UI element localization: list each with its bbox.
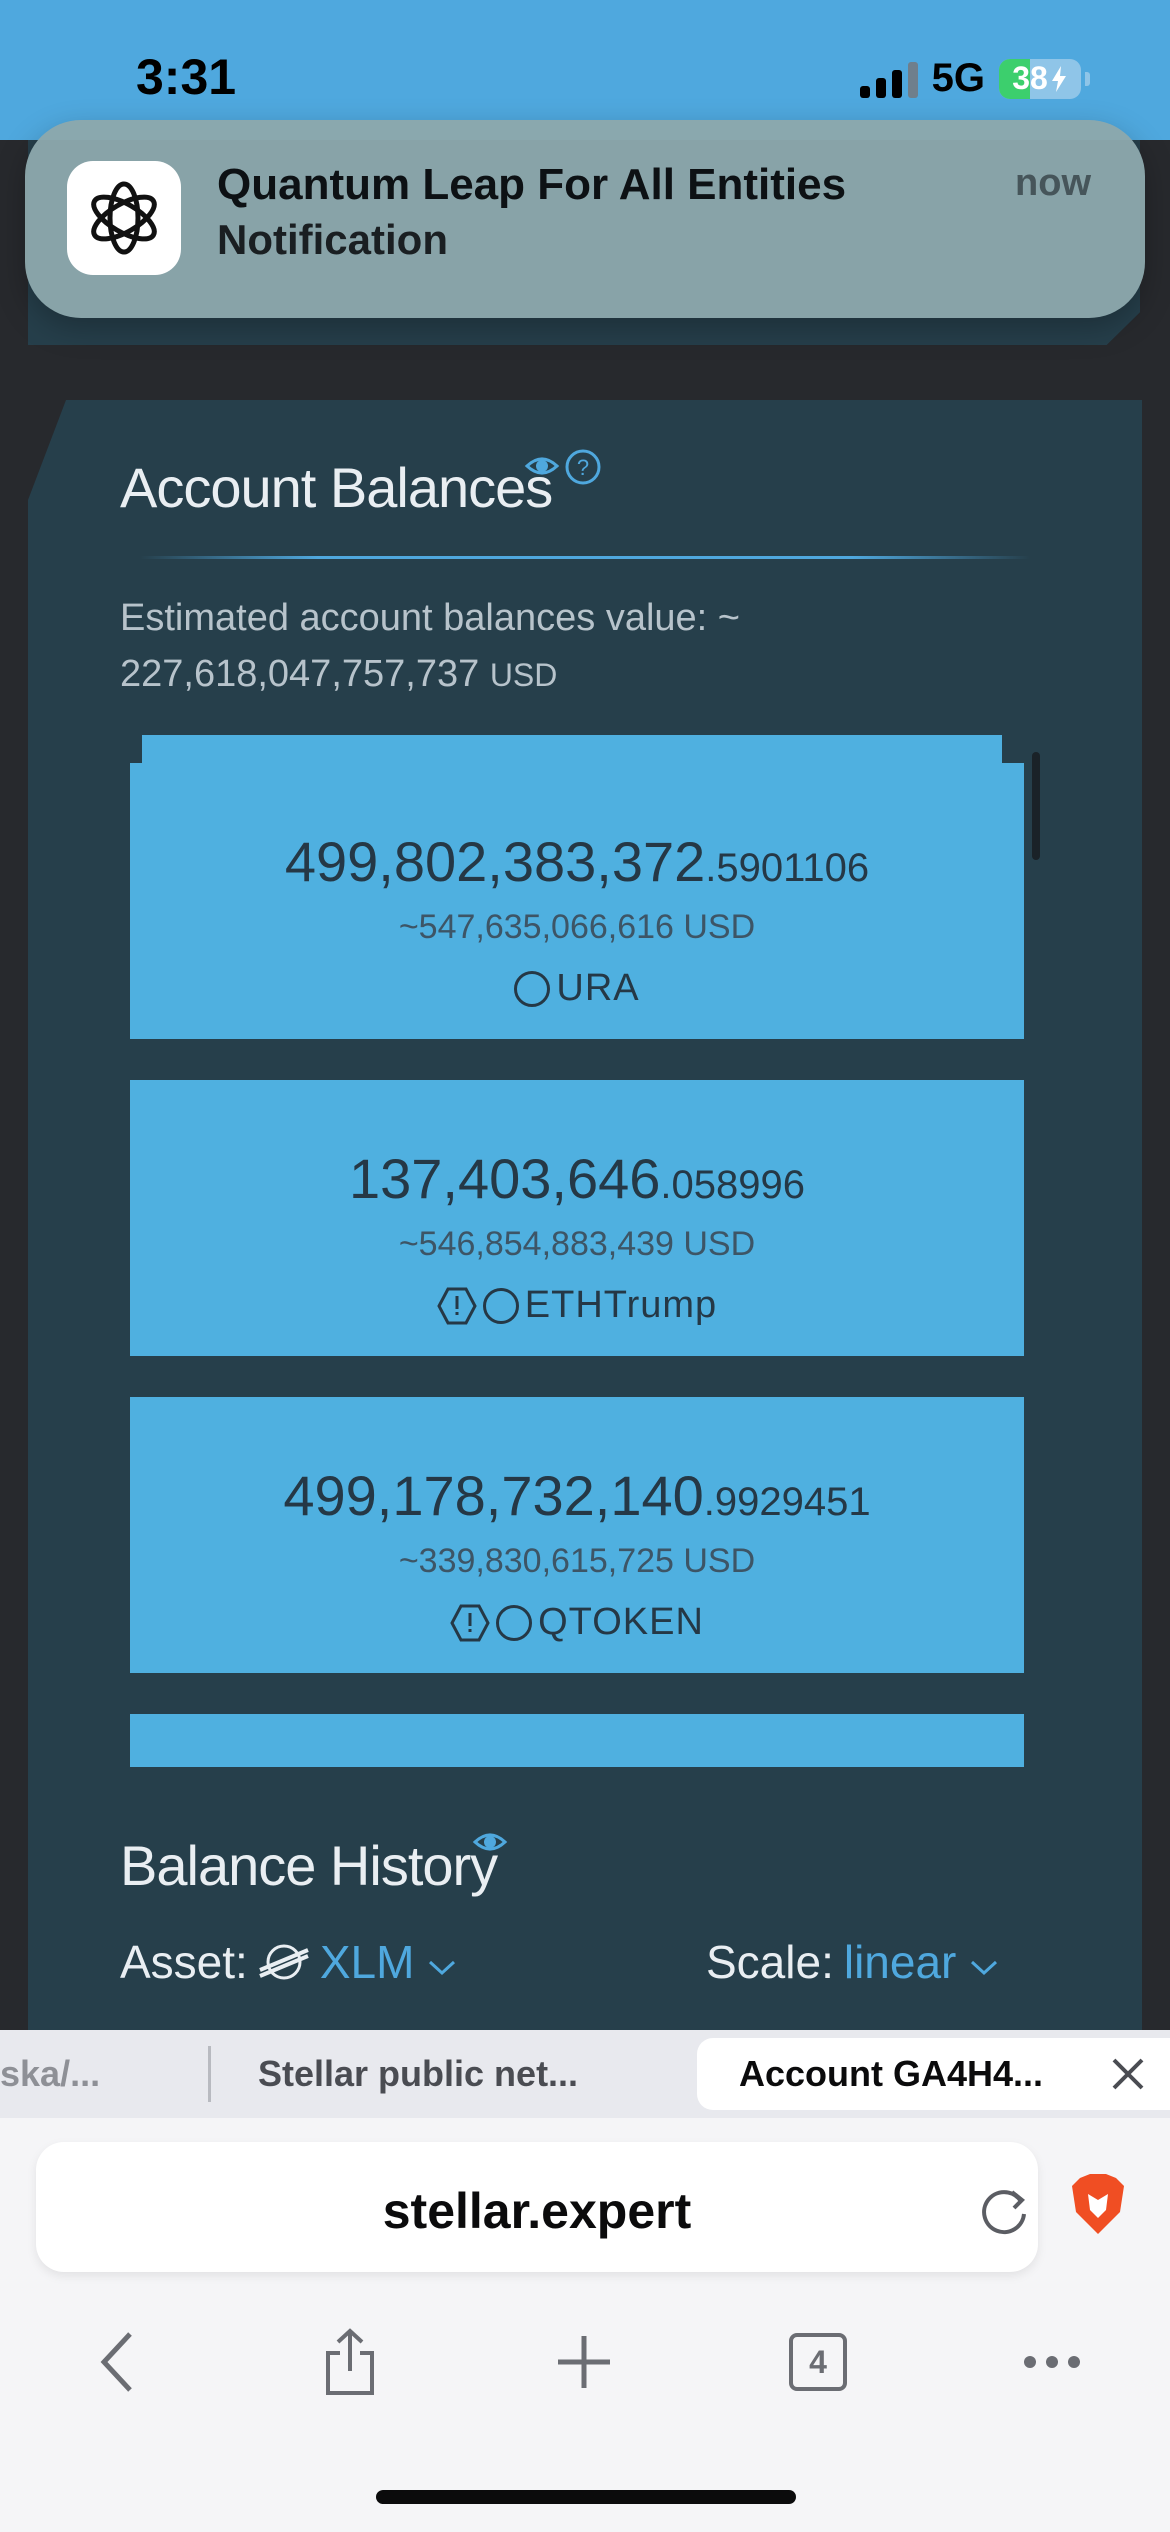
balance-usd: ~546,854,883,439 USD	[398, 1225, 756, 1263]
eye-icon[interactable]	[472, 1824, 508, 1860]
balance-amount-dec: .9929451	[703, 1480, 871, 1524]
chevron-down-icon	[971, 1960, 998, 1976]
balance-history-title: Balance History	[120, 1834, 498, 1897]
asset-logo-icon	[482, 1287, 519, 1324]
new-tab-button[interactable]	[544, 2322, 624, 2402]
asset-code: QTOKEN	[538, 1601, 704, 1643]
asset-dropdown-value: XLM	[319, 1936, 415, 1988]
balance-usd: ~339,830,615,725 USD	[398, 1542, 756, 1580]
asset-code: ETHTrump	[524, 1284, 718, 1326]
balance-amount-int: 499,178,732,140	[283, 1464, 704, 1527]
balance-amount: 137,403,646.058996	[130, 1146, 1024, 1211]
balance-amount: 343,533,753	[130, 1754, 1024, 1767]
help-icon[interactable]: ?	[564, 448, 602, 486]
chevron-left-icon	[100, 2332, 132, 2392]
charging-bolt-icon	[1051, 65, 1066, 92]
back-button[interactable]	[78, 2322, 158, 2402]
battery-percent: 38	[1012, 60, 1048, 96]
balance-amount: 499,802,383,372.5901106	[130, 829, 1024, 894]
balances-scrollbar[interactable]	[1032, 752, 1040, 860]
notification-time: now	[1015, 162, 1091, 204]
home-indicator[interactable]	[376, 2490, 796, 2504]
close-icon[interactable]	[1108, 2054, 1148, 2094]
scale-dropdown-value: linear	[843, 1936, 957, 1988]
tab-separator	[208, 2046, 211, 2102]
share-icon	[326, 2328, 374, 2395]
openai-logo-graphic	[91, 181, 157, 255]
balance-amount-dec: .058996	[660, 1163, 805, 1207]
estimated-balance-value: 227,618,047,757,737	[120, 653, 480, 695]
balance-asset[interactable]: ETHTrump	[130, 1284, 1024, 1327]
account-balances-title: Account Balances	[120, 456, 553, 519]
balance-card[interactable]: 137,403,646.058996 ~546,854,883,439 USD …	[130, 1080, 1024, 1356]
asset-logo-icon	[496, 1604, 533, 1641]
openai-logo-icon	[67, 161, 181, 275]
balance-asset[interactable]: QTOKEN	[130, 1601, 1024, 1644]
balance-amount-int: 499,802,383,372	[284, 830, 706, 893]
status-bar: 3:31 5G 38	[0, 0, 1170, 140]
scale-label: Scale:	[706, 1936, 834, 1988]
balance-card[interactable]: 499,802,383,372.5901106 ~547,635,066,616…	[130, 763, 1024, 1039]
asset-dropdown[interactable]: XLM	[320, 1935, 457, 1989]
estimated-balance-label: Estimated account balances value: ~	[120, 597, 740, 639]
notification-body: Notification	[217, 216, 448, 263]
estimated-balance-unit: USD	[489, 657, 558, 693]
list-top-edge	[142, 735, 1002, 765]
notification-title: Quantum Leap For All Entities	[217, 160, 847, 209]
balance-history-title-icons	[472, 1824, 508, 1860]
browser-tab-active[interactable]: Account GA4H4...	[697, 2038, 1170, 2110]
asset-code: URA	[556, 967, 640, 1009]
asset-selector-row: Asset: XLM	[120, 1935, 457, 1989]
balances-list[interactable]: 499,802,383,372.5901106 ~547,635,066,616…	[130, 735, 1035, 1767]
screen: 3:31 5G 38 Account Balances ? Estimated …	[0, 0, 1170, 2532]
scale-selector-row: Scale: linear	[706, 1935, 999, 1989]
tabs-button[interactable]: 4	[778, 2322, 858, 2402]
account-balances-title-icons: ?	[524, 448, 602, 486]
balance-usd: ~547,635,066,616 USD	[398, 908, 756, 946]
svg-text:?: ?	[577, 455, 589, 480]
balance-card[interactable]: 499,178,732,140.9929451 ~339,830,615,725…	[130, 1397, 1024, 1673]
title-divider	[140, 556, 1030, 559]
tab-count: 4	[789, 2333, 847, 2391]
balance-amount-int: 343,533,753	[421, 1755, 732, 1767]
more-icon	[1024, 2356, 1080, 2368]
network-type: 5G	[931, 56, 985, 100]
signal-icon	[859, 60, 918, 98]
browser-tab[interactable]: Stellar public net...	[258, 2030, 578, 2118]
balance-card[interactable]: 343,533,753	[130, 1714, 1024, 1767]
balance-amount: 499,178,732,140.9929451	[130, 1463, 1024, 1528]
more-button[interactable]	[1012, 2322, 1092, 2402]
estimated-balance: 227,618,047,757,737 USD	[120, 653, 840, 696]
scale-dropdown[interactable]: linear	[844, 1935, 999, 1989]
balance-amount-dec: .5901106	[705, 846, 870, 890]
browser-tab-strip: ska/... Stellar public net... Account GA…	[0, 2030, 1170, 2118]
stellar-logo-icon	[259, 1944, 309, 1980]
active-tab-label: Account GA4H4...	[739, 2053, 1044, 2094]
notification-banner[interactable]: Quantum Leap For All Entities Notificati…	[25, 120, 1145, 318]
share-button[interactable]	[310, 2322, 390, 2402]
warning-hexagon-icon	[450, 1604, 490, 1641]
balance-asset[interactable]: URA	[130, 967, 1024, 1010]
eye-icon[interactable]	[524, 448, 560, 484]
browser-toolbar: 4	[0, 2172, 1170, 2395]
asset-label: Asset:	[120, 1936, 248, 1988]
warning-hexagon-icon	[437, 1287, 477, 1324]
plus-icon	[558, 2336, 610, 2388]
asset-logo-icon	[514, 970, 551, 1007]
status-indicators: 5G 38	[859, 56, 1090, 101]
browser-tab[interactable]: ska/...	[0, 2030, 100, 2118]
battery-icon: 38	[999, 58, 1081, 99]
chevron-down-icon	[429, 1960, 456, 1976]
battery-nub	[1085, 71, 1090, 86]
status-time: 3:31	[136, 49, 237, 105]
balance-amount-int: 137,403,646	[348, 1147, 661, 1210]
